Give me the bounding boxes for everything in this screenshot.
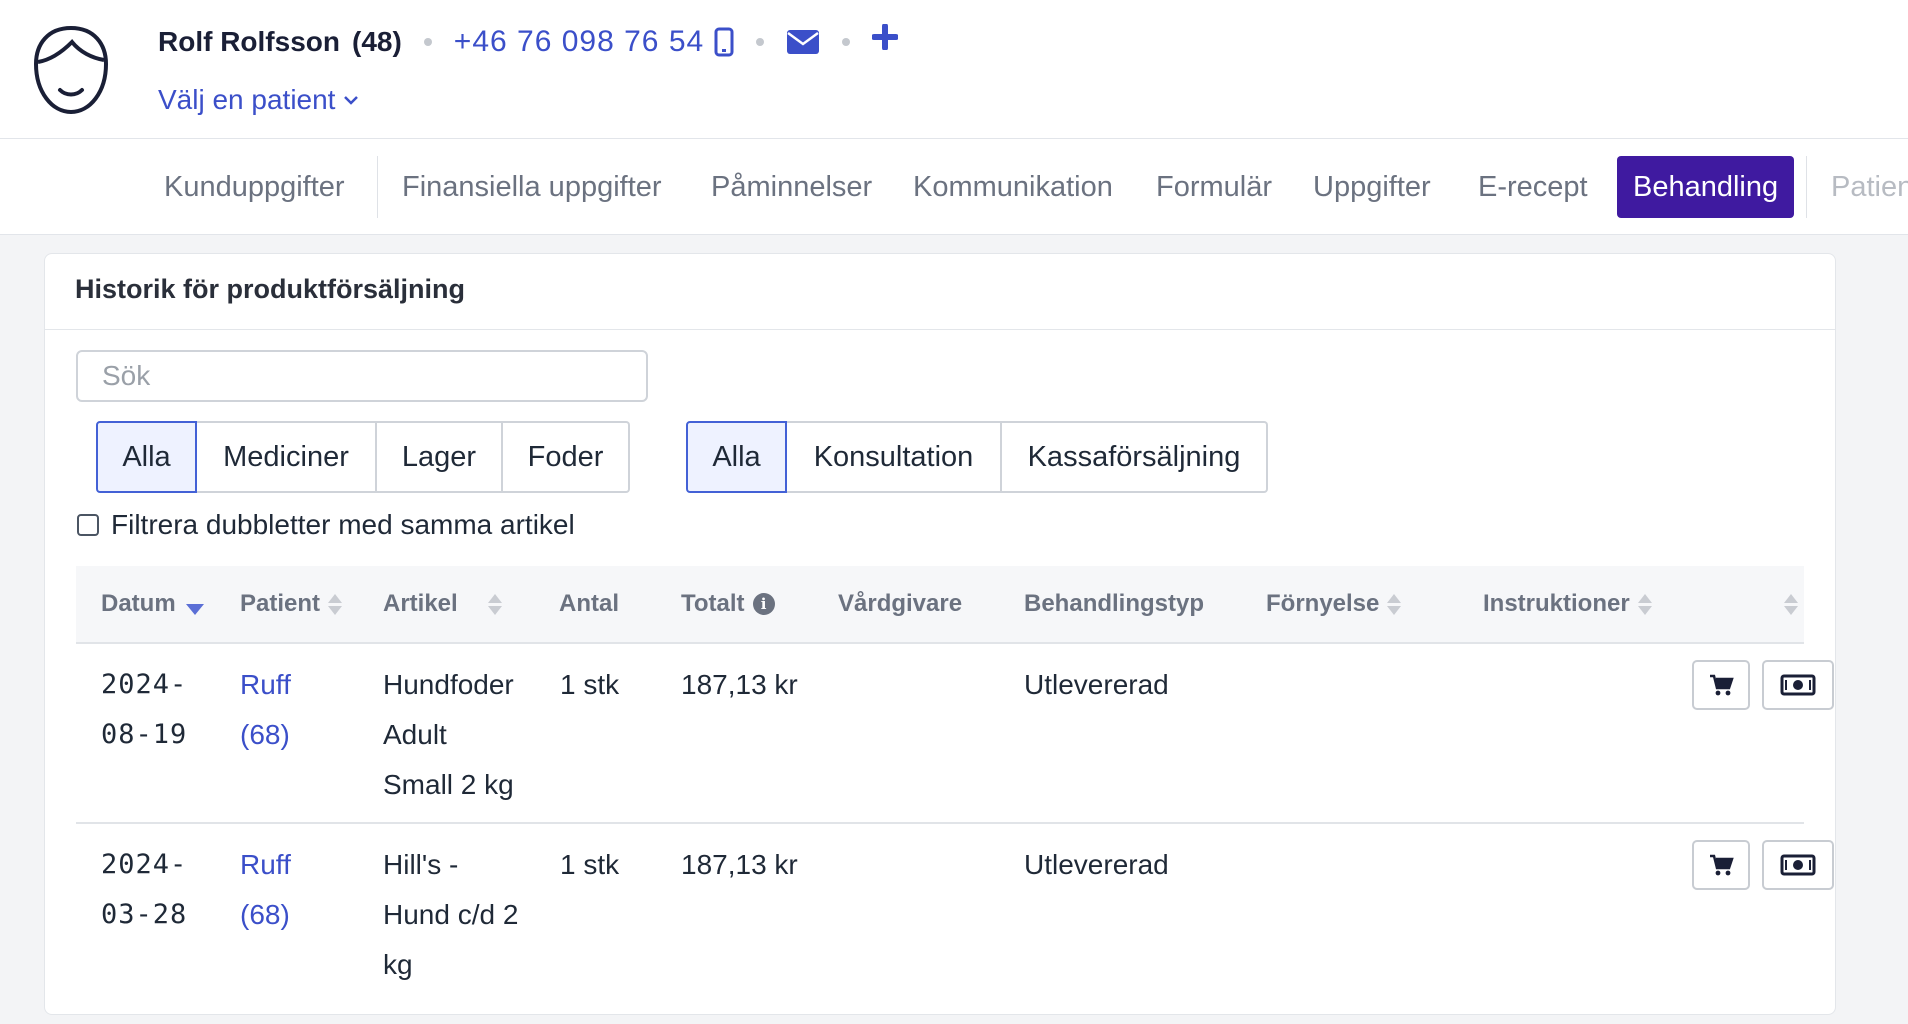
patient-phone[interactable]: +46 76 098 76 54 [454,25,704,59]
filter-all-sales[interactable]: Alla [686,421,787,493]
cart-icon [1710,674,1734,696]
column-header-total: Totalt i [681,566,775,642]
row-total: 187,13 kr [681,849,798,880]
filter-medicines[interactable]: Mediciner [197,421,377,493]
column-header-treatment-type: Behandlingstyp [1024,590,1205,617]
cart-icon [1710,854,1734,876]
envelope-icon[interactable] [786,29,820,55]
sort-icon [1387,593,1402,615]
filter-cash-sale[interactable]: Kassaförsäljning [1002,421,1268,493]
payment-button[interactable] [1762,660,1834,710]
banknote-icon [1780,674,1816,696]
row-quantity: 1 stk [560,849,620,880]
sort-icon [1637,593,1652,615]
row-article: Hundfoder Adult Small 2 kg [383,669,514,800]
duplicate-filter-checkbox[interactable] [77,514,99,536]
tab-uppgifter[interactable]: Uppgifter [1313,156,1431,218]
product-sales-history-card: Historik för produktförsäljning Alla Med… [44,253,1836,1015]
chevron-down-icon [344,96,359,105]
tab-kunduppgifter[interactable]: Kunduppgifter [164,156,345,218]
row-treatment-type: Utlevererad [1024,669,1169,700]
payment-button[interactable] [1762,840,1834,890]
tab-formular[interactable]: Formulär [1156,156,1272,218]
table-header: Datum Patient Artikel Antal Totalt i Vård… [76,566,1804,644]
column-header-article[interactable]: Artikel [383,566,502,642]
patient-info-line: Rolf Rolfsson (48) +46 76 098 76 54 [158,22,899,62]
sort-desc-icon [185,603,204,615]
column-header-quantity: Antal [559,590,619,617]
row-article: Hill's - Hund c/d 2 kg [383,849,519,980]
plus-icon[interactable] [872,24,899,50]
column-header-provider: Vårdgivare [838,590,963,617]
sale-type-filter: Alla Konsultation Kassaförsäljning [686,421,1268,493]
column-header-instructions[interactable]: Instruktioner [1483,566,1652,642]
card-title: Historik för produktförsäljning [75,274,466,304]
table-row: 2024- 08-19 Ruff (68) Hundfoder Adult Small … [76,644,1834,824]
sort-icon [1784,593,1798,615]
tab-behandling[interactable]: Behandling [1617,156,1795,218]
tab-patient[interactable]: Patien [1831,156,1908,218]
column-header-patient[interactable]: Patient [240,566,343,642]
filter-stock[interactable]: Lager [377,421,503,493]
card-divider [45,329,1835,330]
banknote-icon [1780,854,1816,876]
row-total: 187,13 kr [681,669,798,700]
sort-icon [487,593,502,615]
table-row: 2024- 03-28 Ruff (68) Hill's - Hund c/d 2 kg… [76,824,1834,1024]
info-icon[interactable]: i [752,593,775,615]
separator-dot [842,38,851,46]
column-header-date[interactable]: Datum [101,566,204,642]
add-to-cart-button[interactable] [1692,660,1750,710]
select-patient-dropdown[interactable]: Välj en patient [158,84,359,116]
tab-divider [377,156,378,218]
column-header-renewal[interactable]: Förnyelse [1266,566,1402,642]
tab-paminnelser[interactable]: Påminnelser [711,156,872,218]
patient-age: (48) [352,26,402,57]
search-input[interactable] [76,350,648,402]
tab-divider [1806,156,1807,218]
row-quantity: 1 stk [560,669,620,700]
sort-icon [328,593,343,615]
row-treatment-type: Utlevererad [1024,849,1169,880]
tab-kommunikation[interactable]: Kommunikation [913,156,1113,218]
duplicate-filter[interactable]: Filtrera dubbletter med samma artikel [77,509,575,541]
product-type-filter: Alla Mediciner Lager Foder [96,421,630,493]
add-to-cart-button[interactable] [1692,840,1750,890]
filter-all-products[interactable]: Alla [96,421,197,493]
tab-bar: Kunduppgifter Finansiella uppgifter Påmi… [0,139,1908,235]
row-date: 2024- 08-19 [101,669,188,750]
tab-finansiella-uppgifter[interactable]: Finansiella uppgifter [402,156,662,218]
separator-dot [756,38,765,46]
column-header-actions[interactable] [1776,566,1798,642]
separator-dot [423,38,432,46]
select-patient-label: Välj en patient [158,84,336,115]
patient-name: Rolf Rolfsson [158,26,340,57]
user-avatar-icon [33,25,109,115]
row-date: 2024- 03-28 [101,849,188,930]
patient-header: Rolf Rolfsson (48) +46 76 098 76 54 Välj… [0,0,1908,139]
mobile-phone-icon[interactable] [714,27,734,57]
filter-food[interactable]: Foder [503,421,630,493]
row-patient-link[interactable]: Ruff (68) [240,660,291,760]
filter-consultation[interactable]: Konsultation [787,421,1002,493]
duplicate-filter-label: Filtrera dubbletter med samma artikel [111,509,575,540]
row-patient-link[interactable]: Ruff (68) [240,840,291,940]
tab-e-recept[interactable]: E-recept [1478,156,1588,218]
